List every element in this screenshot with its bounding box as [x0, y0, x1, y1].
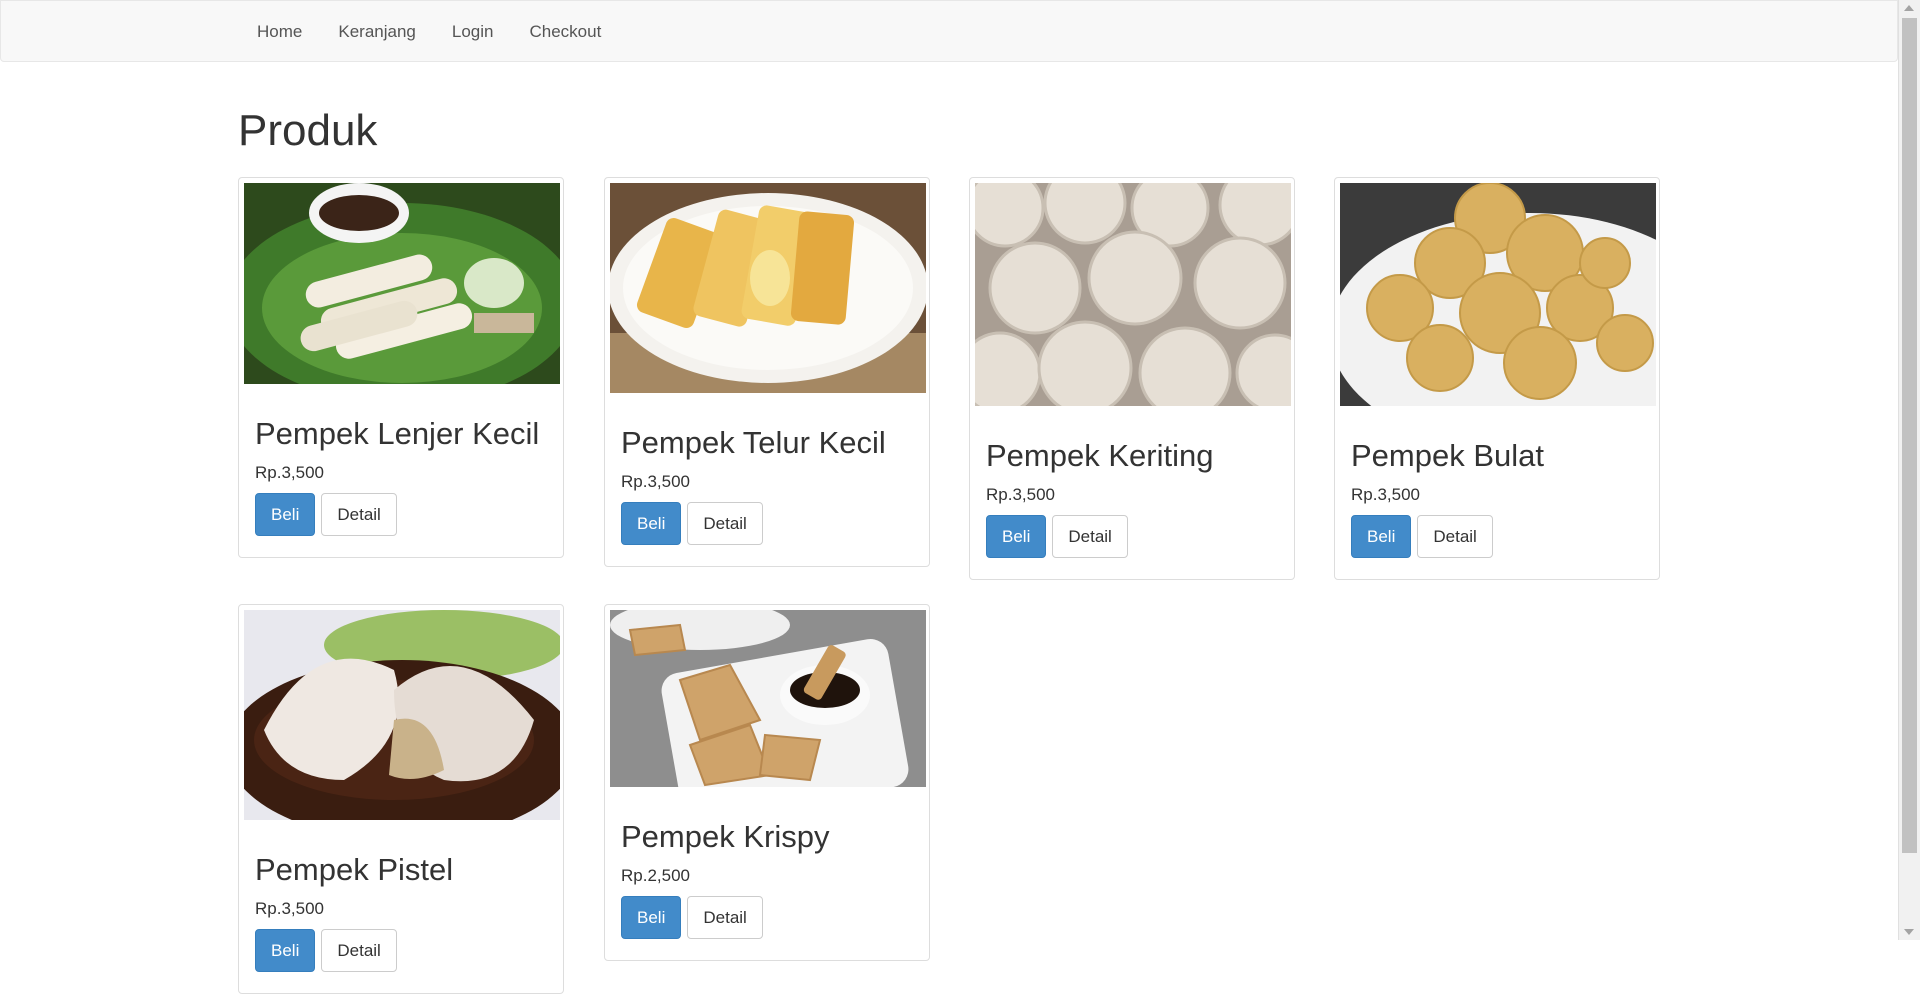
product-card: Pempek Bulat Rp.3,500 Beli Detail — [1334, 177, 1660, 581]
nav-checkout[interactable]: Checkout — [511, 1, 619, 63]
product-name: Pempek Pistel — [255, 852, 454, 887]
buy-button[interactable]: Beli — [986, 515, 1047, 559]
product-card: Pempek Keriting Rp.3,500 Beli Detail — [969, 177, 1295, 581]
nav-login[interactable]: Login — [434, 1, 512, 63]
product-price: Rp.3,500 — [1351, 485, 1420, 505]
product-caption: Pempek Krispy Rp.2,500 Beli Detail — [610, 787, 924, 955]
scroll-up-arrow-icon[interactable] — [1904, 5, 1914, 11]
scrollbar-thumb[interactable] — [1902, 18, 1917, 853]
product-actions: Beli Detail — [255, 929, 552, 973]
product-price: Rp.3,500 — [255, 463, 324, 483]
detail-button[interactable]: Detail — [321, 929, 397, 973]
detail-button[interactable]: Detail — [1417, 515, 1493, 559]
product-price: Rp.3,500 — [986, 485, 1055, 505]
product-actions: Beli Detail — [986, 515, 1283, 559]
nav-home[interactable]: Home — [239, 1, 320, 63]
product-name: Pempek Lenjer Kecil — [255, 416, 540, 451]
product-caption: Pempek Keriting Rp.3,500 Beli Detail — [975, 406, 1289, 574]
product-caption: Pempek Bulat Rp.3,500 Beli Detail — [1340, 406, 1654, 574]
page-title: Produk — [238, 106, 378, 155]
product-name: Pempek Bulat — [1351, 438, 1544, 473]
product-actions: Beli Detail — [255, 493, 552, 537]
product-actions: Beli Detail — [621, 896, 918, 940]
pempek-telur-image — [610, 183, 926, 393]
nav-menu: Home Keranjang Login Checkout — [239, 1, 619, 63]
buy-button[interactable]: Beli — [1351, 515, 1412, 559]
detail-button[interactable]: Detail — [321, 493, 397, 537]
product-actions: Beli Detail — [1351, 515, 1648, 559]
pempek-bulat-image — [1340, 183, 1656, 406]
pempek-krispy-image — [610, 610, 926, 787]
product-price: Rp.3,500 — [621, 472, 690, 492]
scroll-down-arrow-icon[interactable] — [1904, 929, 1914, 935]
product-actions: Beli Detail — [621, 502, 918, 546]
vertical-scrollbar[interactable] — [1898, 0, 1920, 940]
navbar: Home Keranjang Login Checkout — [0, 0, 1898, 62]
product-card: Pempek Pistel Rp.3,500 Beli Detail — [238, 604, 564, 994]
product-price: Rp.3,500 — [255, 899, 324, 919]
buy-button[interactable]: Beli — [255, 929, 316, 973]
product-name: Pempek Telur Kecil — [621, 425, 886, 460]
buy-button[interactable]: Beli — [621, 502, 682, 546]
pempek-pistel-image — [244, 610, 560, 820]
buy-button[interactable]: Beli — [621, 896, 682, 940]
buy-button[interactable]: Beli — [255, 493, 316, 537]
detail-button[interactable]: Detail — [1052, 515, 1128, 559]
product-name: Pempek Krispy — [621, 819, 830, 854]
product-card: Pempek Lenjer Kecil Rp.3,500 Beli Detail — [238, 177, 564, 559]
product-caption: Pempek Telur Kecil Rp.3,500 Beli Detail — [610, 393, 924, 561]
detail-button[interactable]: Detail — [687, 502, 763, 546]
product-price: Rp.2,500 — [621, 866, 690, 886]
product-card: Pempek Krispy Rp.2,500 Beli Detail — [604, 604, 930, 962]
product-name: Pempek Keriting — [986, 438, 1214, 473]
product-card: Pempek Telur Kecil Rp.3,500 Beli Detail — [604, 177, 930, 568]
nav-keranjang[interactable]: Keranjang — [320, 1, 434, 63]
product-caption: Pempek Pistel Rp.3,500 Beli Detail — [244, 820, 558, 988]
pempek-lenjer-image — [244, 183, 560, 384]
detail-button[interactable]: Detail — [687, 896, 763, 940]
pempek-keriting-image — [975, 183, 1291, 406]
product-caption: Pempek Lenjer Kecil Rp.3,500 Beli Detail — [244, 384, 558, 552]
